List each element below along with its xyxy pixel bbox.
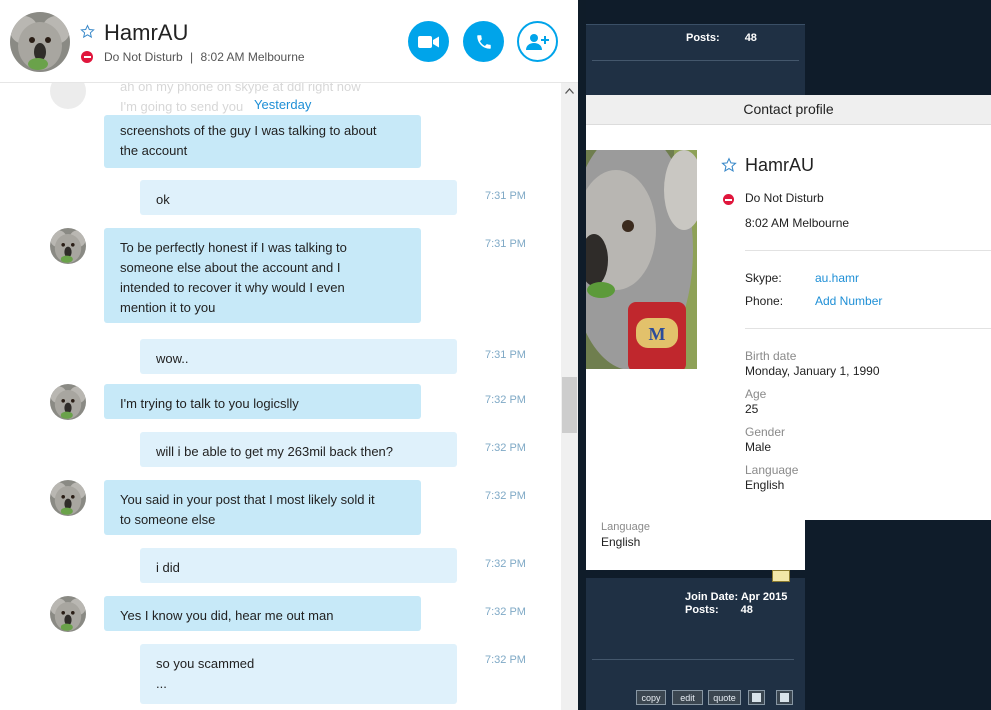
multiquote-icon[interactable] <box>748 690 765 705</box>
profile-photo: M <box>586 150 697 369</box>
profile-status: Do Not Disturb <box>745 191 824 205</box>
contact-name: HamrAU <box>104 20 189 45</box>
message-text: will i be able to get my 263mil back the… <box>156 444 394 459</box>
incoming-message[interactable]: I'm trying to talk to you logicslly <box>104 384 421 419</box>
forum-posts-value: 48 <box>740 604 753 616</box>
reply-icon[interactable] <box>776 690 793 705</box>
outgoing-message[interactable]: i did <box>140 548 457 583</box>
faded-line: I'm going to send you <box>120 99 244 114</box>
profile-local-time: 8:02 AM Melbourne <box>745 216 850 230</box>
status-text: Do Not Disturb <box>104 50 183 64</box>
contact-local-time: 8:02 AM Melbourne <box>200 50 305 64</box>
svg-text:M: M <box>649 324 666 344</box>
video-camera-icon <box>417 35 439 48</box>
forum-language-label: Language <box>601 521 650 533</box>
message-timestamp: 7:32 PM <box>485 490 526 502</box>
message-timestamp: 7:32 PM <box>485 558 526 570</box>
avatar[interactable] <box>50 480 86 516</box>
forum-quote-button[interactable]: quote <box>708 690 741 705</box>
faded-line: ah on my phone on skype at ddl right now <box>120 83 361 94</box>
profile-skype-label: Skype: <box>745 271 782 285</box>
avatar[interactable] <box>50 228 86 264</box>
chat-header: HamrAU Do Not Disturb | 8:02 AM Melbourn… <box>0 0 578 83</box>
avatar[interactable] <box>50 384 86 420</box>
contact-profile-panel: Contact profile M HamrAU Do Not Disturb … <box>586 95 991 520</box>
profile-divider <box>745 328 991 329</box>
add-contact-button[interactable] <box>517 21 558 62</box>
gender-value: Male <box>745 440 772 454</box>
forum-top-posts-label: Posts: <box>686 32 720 44</box>
incoming-message[interactable]: screenshots of the guy I was talking to … <box>104 115 421 168</box>
video-call-button[interactable] <box>408 21 449 62</box>
language-label: Language <box>745 463 799 477</box>
note-icon[interactable] <box>772 570 790 582</box>
message-text: To be perfectly honest if I was talking … <box>120 240 347 315</box>
message-text: wow.. <box>156 351 189 366</box>
message-timestamp: 7:31 PM <box>485 238 526 250</box>
do-not-disturb-icon <box>723 194 734 205</box>
chat-window: HamrAU Do Not Disturb | 8:02 AM Melbourn… <box>0 0 578 710</box>
profile-name: HamrAU <box>745 155 815 175</box>
do-not-disturb-icon <box>81 51 93 63</box>
forum-join-value: Apr 2015 <box>740 591 788 603</box>
profile-divider <box>745 250 991 251</box>
gender-label: Gender <box>745 425 786 439</box>
avatar[interactable] <box>50 596 86 632</box>
message-timestamp: 7:32 PM <box>485 394 526 406</box>
add-person-icon <box>525 33 549 50</box>
forum-language-value: English <box>601 535 641 549</box>
forum-top-posts: Posts: 48 <box>686 32 757 44</box>
outgoing-message[interactable]: will i be able to get my 263mil back the… <box>140 432 457 467</box>
message-timestamp: 7:32 PM <box>485 654 526 666</box>
forum-divider <box>592 60 799 61</box>
profile-phone-label: Phone: <box>745 294 784 308</box>
message-text: i did <box>156 560 180 575</box>
status-separator: | <box>190 50 194 64</box>
profile-skype-value[interactable]: au.hamr <box>815 271 859 285</box>
forum-posts-label: Posts: <box>685 604 719 616</box>
birth-date-value: Monday, January 1, 1990 <box>745 364 880 378</box>
message-text: Yes I know you did, hear me out man <box>120 608 334 623</box>
scroll-up-arrow-icon[interactable] <box>565 88 574 94</box>
message-timestamp: 7:32 PM <box>485 442 526 454</box>
message-timestamp: 7:32 PM <box>485 606 526 618</box>
star-outline-icon[interactable] <box>80 24 95 39</box>
avatar <box>50 83 86 109</box>
add-number-link[interactable]: Add Number <box>815 294 882 308</box>
outgoing-message[interactable]: so you scammed ... <box>140 644 457 704</box>
outgoing-message[interactable]: ok <box>140 180 457 215</box>
outgoing-message[interactable]: wow.. <box>140 339 457 374</box>
birth-date-label: Birth date <box>745 349 797 363</box>
phone-icon <box>476 34 491 49</box>
forum-copy-button[interactable]: copy <box>636 690 666 705</box>
star-outline-icon[interactable] <box>721 157 737 173</box>
forum-divider <box>592 659 794 660</box>
scrollbar-thumb[interactable] <box>562 377 577 433</box>
message-text: so you scammed ... <box>156 656 255 691</box>
message-text: I'm trying to talk to you logicslly <box>120 396 299 411</box>
incoming-message[interactable]: Yes I know you did, hear me out man <box>104 596 421 631</box>
contact-profile-title: Contact profile <box>586 95 991 125</box>
language-value: English <box>745 478 785 492</box>
message-list[interactable]: ah on my phone on skype at ddl right now… <box>0 83 561 710</box>
contact-status: Do Not Disturb | 8:02 AM Melbourne <box>104 50 305 64</box>
message-text: You said in your post that I most likely… <box>120 492 375 527</box>
date-separator: Yesterday <box>252 97 314 112</box>
avatar[interactable] <box>10 12 70 72</box>
incoming-message[interactable]: You said in your post that I most likely… <box>104 480 421 535</box>
age-value: 25 <box>745 402 759 416</box>
forum-join-label: Join Date: <box>685 591 739 603</box>
age-label: Age <box>745 387 767 401</box>
message-timestamp: 7:31 PM <box>485 190 526 202</box>
forum-top-posts-value: 48 <box>744 32 757 44</box>
voice-call-button[interactable] <box>463 21 504 62</box>
incoming-message[interactable]: To be perfectly honest if I was talking … <box>104 228 421 323</box>
forum-edit-button[interactable]: edit <box>672 690 703 705</box>
message-text: screenshots of the guy I was talking to … <box>120 123 377 158</box>
forum-join-info: Join Date: Apr 2015 Posts: 48 <box>685 591 787 617</box>
message-text: ok <box>156 192 170 207</box>
message-timestamp: 7:31 PM <box>485 349 526 361</box>
